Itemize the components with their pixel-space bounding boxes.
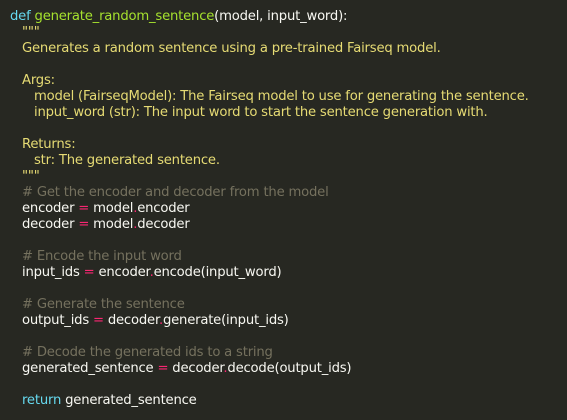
return-value: generated_sentence [61,393,197,408]
code-line-input-ids: input_ids = encoder.encode(input_word) [10,265,567,281]
var-name: output_ids [22,313,93,328]
code-line-output-ids: output_ids = decoder.generate(input_ids) [10,313,567,329]
code-line-decoder: decoder = model.decoder [10,217,567,233]
comment-get-encoder-decoder: # Get the encoder and decoder from the m… [22,185,329,200]
object-name: encoder [94,265,150,280]
docstring-open: """ [22,25,40,40]
method-call: generate(input_ids) [162,313,289,328]
code-line-encoder: encoder = model.encoder [10,201,567,217]
docstring-summary: Generates a random sentence using a pre-… [22,41,441,56]
docstring-arg-model: model (FairseqModel): The Fairseq model … [34,89,529,104]
var-name: generated_sentence [22,361,158,376]
method-call: encode(input_word) [153,265,282,280]
method-call: decode(output_ids) [227,361,352,376]
assign-operator: = [157,361,169,376]
return-keyword: return [22,393,62,408]
comment-encode-input: # Encode the input word [22,249,182,264]
docstring-return-desc: str: The generated sentence. [34,153,220,168]
object-name: model [89,217,134,232]
function-name: generate_random_sentence [34,9,215,24]
comment-decode-ids: # Decode the generated ids to a string [22,345,273,360]
function-params: (model, input_word): [214,9,348,24]
assign-operator: = [93,313,104,328]
code-editor[interactable]: def generate_random_sentence(model, inpu… [0,0,567,420]
assign-operator: = [83,265,95,280]
docstring-close: """ [22,169,40,184]
var-name: encoder [22,201,79,216]
docstring-arg-input-word: input_word (str): The input word to star… [34,105,488,120]
code-line-def: def generate_random_sentence(model, inpu… [10,9,567,25]
var-name: input_ids [22,265,84,280]
object-name: model [89,201,134,216]
object-name: decoder [168,361,224,376]
attribute-name: encoder [137,201,190,216]
assign-operator: = [78,201,90,216]
assign-operator: = [78,217,90,232]
code-line-generated-sentence: generated_sentence = decoder.decode(outp… [10,361,567,377]
def-keyword: def [10,9,31,24]
object-name: decoder [103,313,159,328]
var-name: decoder [22,217,79,232]
docstring-returns-heading: Returns: [22,137,76,152]
docstring-args-heading: Args: [22,73,55,88]
code-line-return: return generated_sentence [10,393,567,409]
attribute-name: decoder [137,217,190,232]
comment-generate-sentence: # Generate the sentence [22,297,185,312]
